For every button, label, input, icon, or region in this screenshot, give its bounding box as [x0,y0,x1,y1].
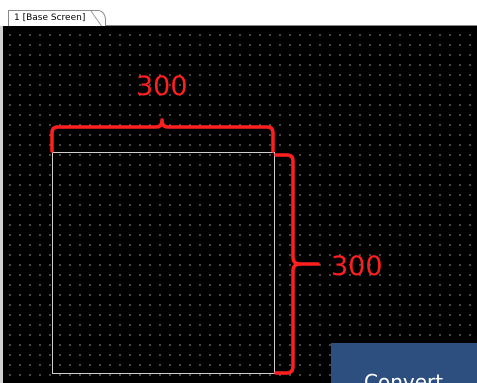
height-dimension-label: 300 [331,251,383,282]
screen-editor: 1 [Base Screen] 300 300 Convert [0,0,477,383]
convert-notice-panel[interactable]: Convert [331,343,477,383]
width-dimension-bracket [50,118,275,153]
height-dimension-bracket [274,153,302,375]
annotation-overlay: 300 300 [50,71,383,375]
drawn-rectangle[interactable] [52,152,275,374]
width-dimension-label: 300 [136,71,188,102]
notice-text: Convert [364,370,444,383]
